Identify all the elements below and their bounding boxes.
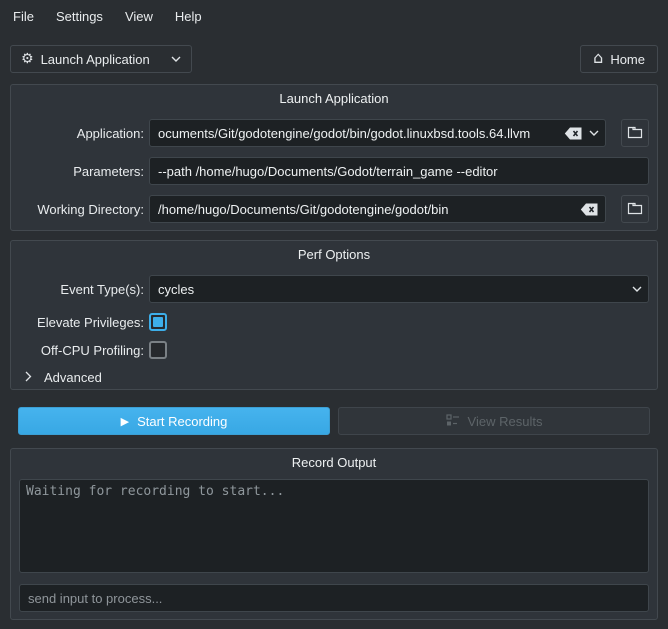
toolbar: ⚙ Launch Application ⌂ Home [10, 45, 658, 73]
start-recording-label: Start Recording [137, 414, 227, 429]
application-input[interactable] [158, 126, 558, 141]
folder-icon [627, 125, 643, 142]
offcpu-profiling-row: Off-CPU Profiling: [19, 341, 649, 359]
play-icon: ▶ [121, 416, 129, 427]
event-types-combobox[interactable] [149, 275, 649, 303]
working-directory-label: Working Directory: [19, 202, 144, 217]
parameters-row: Parameters: [19, 157, 649, 185]
perf-group-title: Perf Options [19, 247, 649, 263]
application-label: Application: [19, 126, 144, 141]
menu-file[interactable]: File [2, 4, 45, 29]
record-output-group: Record Output Waiting for recording to s… [10, 448, 658, 620]
elevate-privileges-row: Elevate Privileges: [19, 313, 649, 331]
chevron-down-icon [171, 56, 181, 62]
clear-text-icon[interactable] [564, 127, 583, 140]
launch-group-title: Launch Application [19, 91, 649, 107]
working-directory-field[interactable] [149, 195, 606, 223]
working-directory-browse-button[interactable] [621, 195, 649, 223]
application-row: Application: [19, 119, 649, 147]
record-group-title: Record Output [19, 455, 649, 471]
event-types-input[interactable] [158, 282, 626, 297]
advanced-expander[interactable]: Advanced [25, 369, 649, 385]
start-recording-button[interactable]: ▶ Start Recording [18, 407, 330, 435]
view-results-button[interactable]: View Results [338, 407, 650, 435]
chevron-down-icon[interactable] [589, 130, 599, 136]
profile-selector-dropdown[interactable]: ⚙ Launch Application [10, 45, 192, 73]
perf-options-group: Perf Options Event Type(s): Elevate Priv… [10, 240, 658, 390]
offcpu-profiling-checkbox[interactable] [149, 341, 167, 359]
menu-bar: File Settings View Help [0, 0, 668, 32]
record-output-log[interactable]: Waiting for recording to start... [19, 479, 649, 573]
action-buttons-row: ▶ Start Recording View Results [18, 407, 650, 435]
application-combobox[interactable] [149, 119, 606, 147]
home-button[interactable]: ⌂ Home [580, 45, 658, 73]
elevate-privileges-label: Elevate Privileges: [19, 315, 144, 330]
advanced-expander-label: Advanced [44, 370, 102, 385]
gear-icon: ⚙ [21, 52, 34, 66]
folder-icon [627, 201, 643, 218]
hotspot-record-window: File Settings View Help ⚙ Launch Applica… [0, 0, 668, 629]
parameters-field[interactable] [149, 157, 649, 185]
view-results-label: View Results [468, 414, 543, 429]
home-icon: ⌂ [593, 50, 603, 66]
working-directory-input[interactable] [158, 202, 574, 217]
home-button-label: Home [610, 52, 645, 67]
event-types-label: Event Type(s): [19, 282, 144, 297]
offcpu-profiling-label: Off-CPU Profiling: [19, 343, 144, 358]
menu-settings[interactable]: Settings [45, 4, 114, 29]
chevron-down-icon[interactable] [632, 286, 642, 292]
clear-text-icon[interactable] [580, 203, 599, 216]
menu-view[interactable]: View [114, 4, 164, 29]
parameters-label: Parameters: [19, 164, 144, 179]
parameters-input[interactable] [158, 164, 642, 179]
launch-application-group: Launch Application Application: Paramete… [10, 84, 658, 231]
process-input-field[interactable] [19, 584, 649, 612]
menu-help[interactable]: Help [164, 4, 213, 29]
profile-selector-label: Launch Application [41, 52, 150, 67]
chevron-right-icon [25, 370, 32, 385]
application-browse-button[interactable] [621, 119, 649, 147]
elevate-privileges-checkbox[interactable] [149, 313, 167, 331]
view-results-icon [446, 413, 460, 430]
working-directory-row: Working Directory: [19, 195, 649, 223]
event-types-row: Event Type(s): [19, 275, 649, 303]
